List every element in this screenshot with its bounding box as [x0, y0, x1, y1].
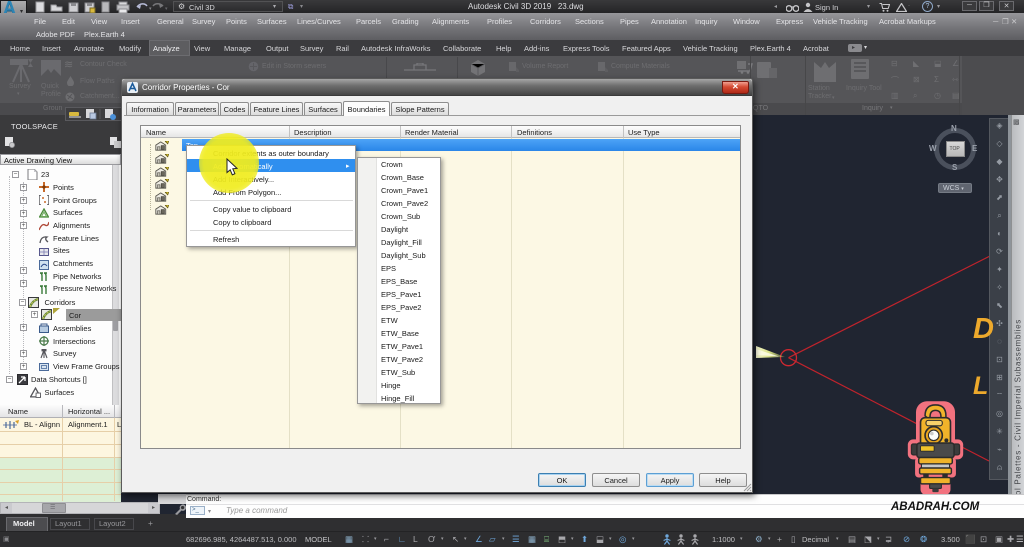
svg-text:Tool Palettes - Civil Imperial: Tool Palettes - Civil Imperial Subassemb… — [1014, 319, 1023, 505]
svg-text:▾: ▾ — [165, 6, 168, 12]
svg-text:▾: ▾ — [149, 6, 152, 12]
